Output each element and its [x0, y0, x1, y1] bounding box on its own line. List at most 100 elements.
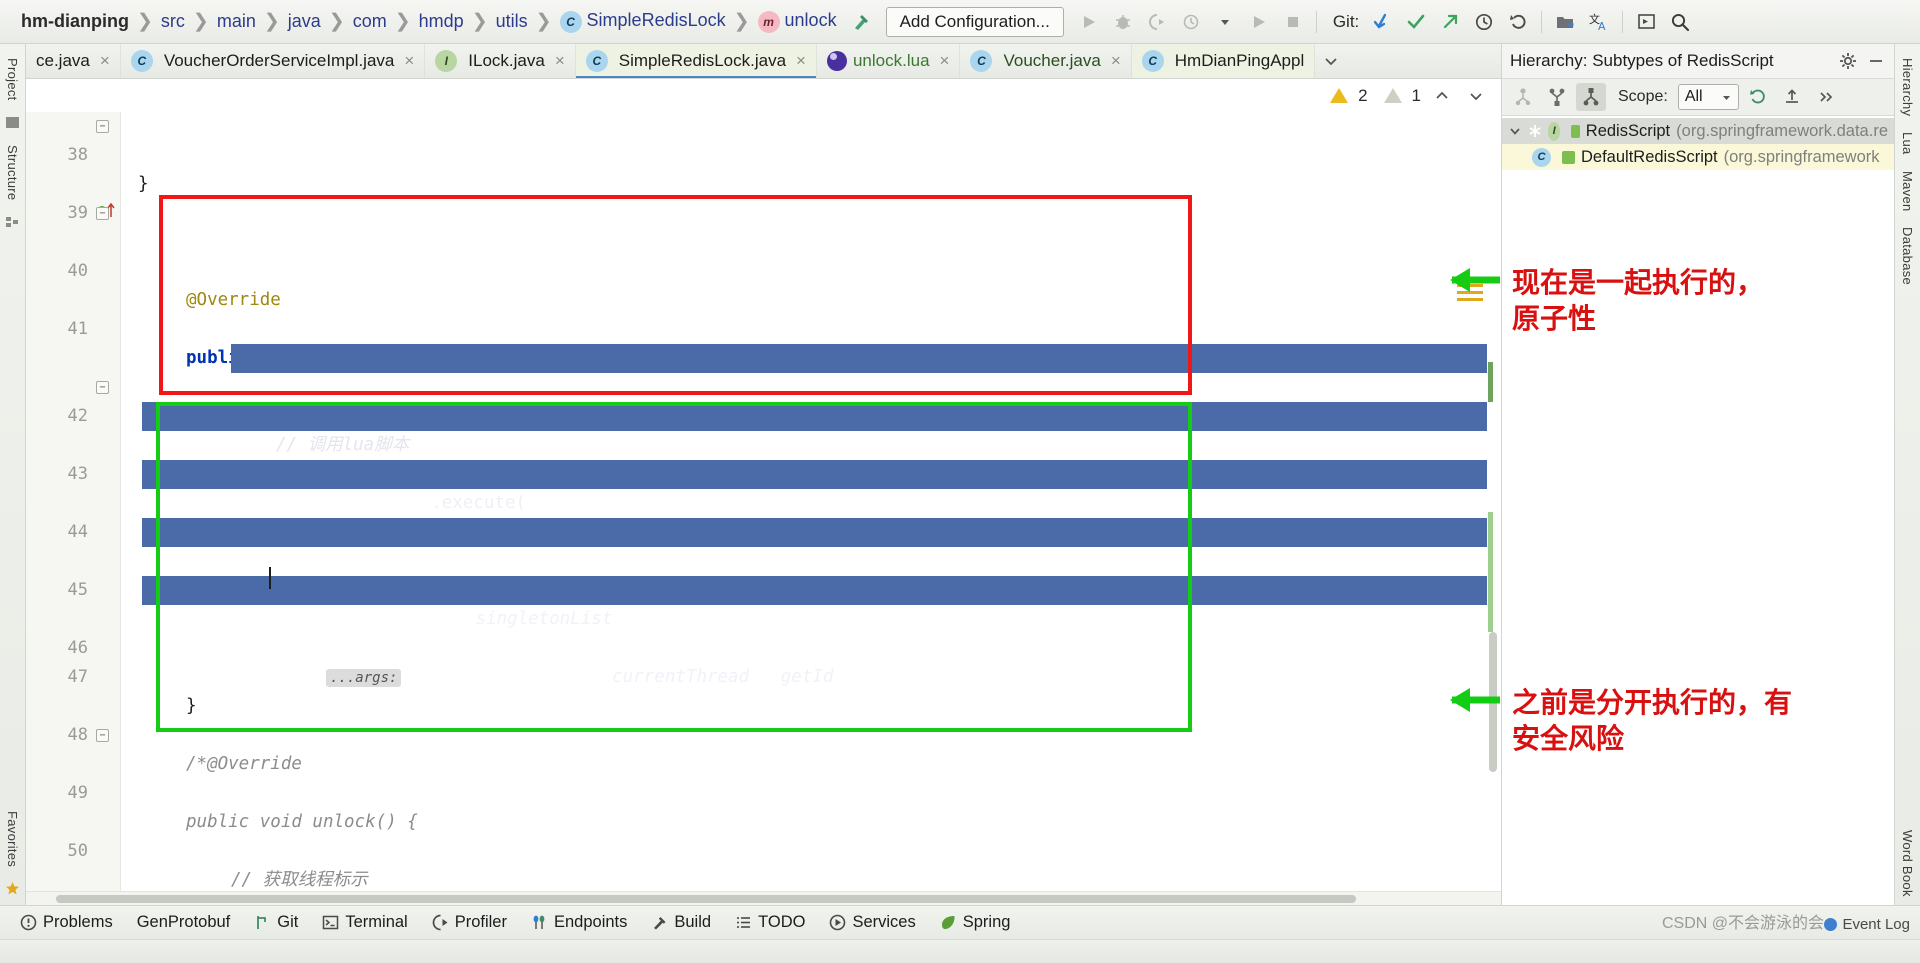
tab-voucher-java[interactable]: C Voucher.java ×	[960, 44, 1132, 78]
breadcrumb-item-utils[interactable]: utils	[489, 11, 535, 32]
previous-problem-icon[interactable]	[1429, 87, 1455, 105]
toolbar-divider	[1541, 10, 1543, 33]
git-push-icon[interactable]	[1433, 6, 1467, 38]
tab-label: HmDianPingAppl	[1174, 51, 1305, 70]
bottom-tool-git[interactable]: Git	[242, 913, 310, 932]
fold-marker-icon[interactable]: −	[96, 120, 109, 133]
close-icon[interactable]: ×	[940, 51, 950, 71]
code-line: 42 // 调用lua脚本	[26, 344, 1501, 455]
line-number: 38	[67, 145, 88, 165]
close-icon[interactable]: ×	[100, 51, 110, 71]
tab-label: SimpleRedisLock.java	[618, 51, 787, 70]
breadcrumb-item-com[interactable]: com	[346, 11, 394, 32]
sidebar-item-hierarchy[interactable]: Hierarchy	[1900, 50, 1915, 124]
event-log-label: Event Log	[1842, 916, 1910, 933]
star-icon	[5, 881, 21, 897]
fold-marker-icon[interactable]: −	[96, 207, 109, 220]
bottom-tool-label: Problems	[43, 913, 113, 931]
run-icon[interactable]	[1072, 6, 1106, 38]
code-line: 38 }	[26, 112, 1501, 194]
project-structure-icon[interactable]	[1548, 6, 1582, 38]
code-line: 50 // 获取线程标示	[26, 808, 1501, 890]
export-icon[interactable]	[1777, 83, 1807, 111]
line-content: ...args: ID_PREFIX + Thread.currentThrea…	[326, 663, 1501, 693]
debug-icon[interactable]	[1106, 6, 1140, 38]
tab-voucher-order-service-impl[interactable]: C VoucherOrderServiceImpl.java ×	[121, 44, 426, 78]
breadcrumb-item-class[interactable]: C SimpleRedisLock	[553, 10, 733, 33]
tab-simple-redis-lock-java[interactable]: C SimpleRedisLock.java ×	[575, 44, 817, 78]
breadcrumb-item-main[interactable]: main	[210, 11, 263, 32]
horizontal-scrollbar-thumb[interactable]	[56, 895, 1356, 903]
close-icon[interactable]: ×	[1111, 51, 1121, 71]
bottom-tool-build[interactable]: Build	[639, 913, 723, 932]
breadcrumb-item-java[interactable]: java	[281, 11, 328, 32]
translate-icon[interactable]: 文A	[1582, 6, 1616, 38]
close-icon[interactable]: ×	[555, 51, 565, 71]
subtypes-hierarchy-icon[interactable]	[1576, 83, 1606, 111]
vertical-scrollbar-thumb[interactable]	[1489, 632, 1497, 772]
close-icon[interactable]: ×	[796, 51, 806, 71]
open-tool-window-icon[interactable]	[1629, 6, 1663, 38]
bottom-tool-terminal[interactable]: Terminal	[310, 913, 419, 932]
breadcrumb-item-src[interactable]: src	[154, 11, 192, 32]
sidebar-item-word-book[interactable]: Word Book	[1900, 822, 1915, 905]
sidebar-item-structure[interactable]: Structure	[5, 137, 20, 208]
tree-node-redis-script[interactable]: I RedisScript (org.springframework.data.…	[1502, 118, 1894, 144]
sidebar-item-lua[interactable]: Lua	[1900, 124, 1915, 163]
parameter-hint: ...args:	[326, 669, 402, 687]
tab-ce-java[interactable]: ce.java ×	[26, 44, 121, 78]
minimize-icon[interactable]	[1866, 51, 1886, 71]
git-update-icon[interactable]	[1365, 6, 1399, 38]
gear-icon[interactable]	[1838, 51, 1858, 71]
fold-marker-icon[interactable]: −	[96, 729, 109, 742]
tabs-overflow-chevron-icon[interactable]	[1315, 44, 1347, 78]
chevron-down-icon	[1722, 95, 1730, 100]
event-log-button[interactable]: Event Log	[1824, 916, 1910, 933]
profile-icon[interactable]	[1174, 6, 1208, 38]
class-hierarchy-icon[interactable]	[1542, 83, 1572, 111]
tab-ilock-java[interactable]: I ILock.java ×	[425, 44, 576, 78]
more-options-icon[interactable]	[1811, 83, 1841, 111]
scope-dropdown[interactable]: All	[1677, 84, 1739, 110]
git-commit-icon[interactable]	[1399, 6, 1433, 38]
run-with-coverage-icon[interactable]	[1140, 6, 1174, 38]
sidebar-item-project[interactable]: Project	[5, 50, 20, 109]
stop-icon[interactable]	[1276, 6, 1310, 38]
hierarchy-tree[interactable]: I RedisScript (org.springframework.data.…	[1502, 116, 1894, 905]
git-history-icon[interactable]	[1467, 6, 1501, 38]
fold-marker-icon[interactable]: −	[96, 381, 109, 394]
bottom-tool-endpoints[interactable]: Endpoints	[519, 913, 639, 932]
run-secondary-icon[interactable]	[1242, 6, 1276, 38]
bottom-tool-profiler[interactable]: Profiler	[420, 913, 519, 932]
close-icon[interactable]: ×	[404, 51, 414, 71]
supertypes-hierarchy-icon[interactable]	[1508, 83, 1538, 111]
build-hammer-icon[interactable]	[844, 7, 878, 37]
right-tool-rail: Hierarchy Lua Maven Database Word Book	[1894, 44, 1920, 905]
chevron-down-icon[interactable]	[1508, 124, 1522, 138]
toolbar-divider	[1315, 10, 1317, 33]
bottom-tool-todo[interactable]: TODO	[723, 913, 817, 932]
bottom-tool-spring[interactable]: Spring	[928, 913, 1023, 932]
main-toolbar: hm-dianping ❯ src ❯ main ❯ java ❯ com ❯ …	[0, 0, 1920, 44]
sidebar-item-favorites[interactable]: Favorites	[5, 803, 20, 875]
breadcrumb-item-hmdp[interactable]: hmdp	[412, 11, 471, 32]
breadcrumb-root[interactable]: hm-dianping	[14, 11, 136, 32]
next-problem-icon[interactable]	[1463, 87, 1489, 105]
refresh-icon[interactable]	[1743, 83, 1773, 111]
breadcrumb-item-method[interactable]: m unlock	[751, 10, 844, 33]
add-configuration-button[interactable]: Add Configuration...	[885, 6, 1064, 37]
git-rollback-icon[interactable]	[1501, 6, 1535, 38]
tab-hm-dian-ping-application[interactable]: C HmDianPingAppl	[1131, 44, 1316, 78]
code-editor[interactable]: 38 } − 39 40 @Override 41 public − 42 //…	[26, 112, 1501, 891]
sidebar-item-maven[interactable]: Maven	[1900, 163, 1915, 220]
tree-node-default-redis-script[interactable]: C DefaultRedisScript (org.springframewor…	[1502, 144, 1894, 170]
tab-unlock-lua[interactable]: unlock.lua ×	[817, 44, 961, 78]
bottom-tool-services[interactable]: Services	[817, 913, 927, 932]
bottom-tool-problems[interactable]: Problems	[8, 913, 125, 932]
chevron-down-icon[interactable]	[1208, 6, 1242, 38]
sidebar-item-database[interactable]: Database	[1900, 219, 1915, 293]
search-everywhere-icon[interactable]	[1663, 6, 1697, 38]
bottom-tool-genprotobuf[interactable]: GenProtobuf	[125, 913, 243, 932]
bottom-tool-label: Services	[852, 913, 916, 931]
horizontal-scrollbar[interactable]	[26, 891, 1501, 905]
